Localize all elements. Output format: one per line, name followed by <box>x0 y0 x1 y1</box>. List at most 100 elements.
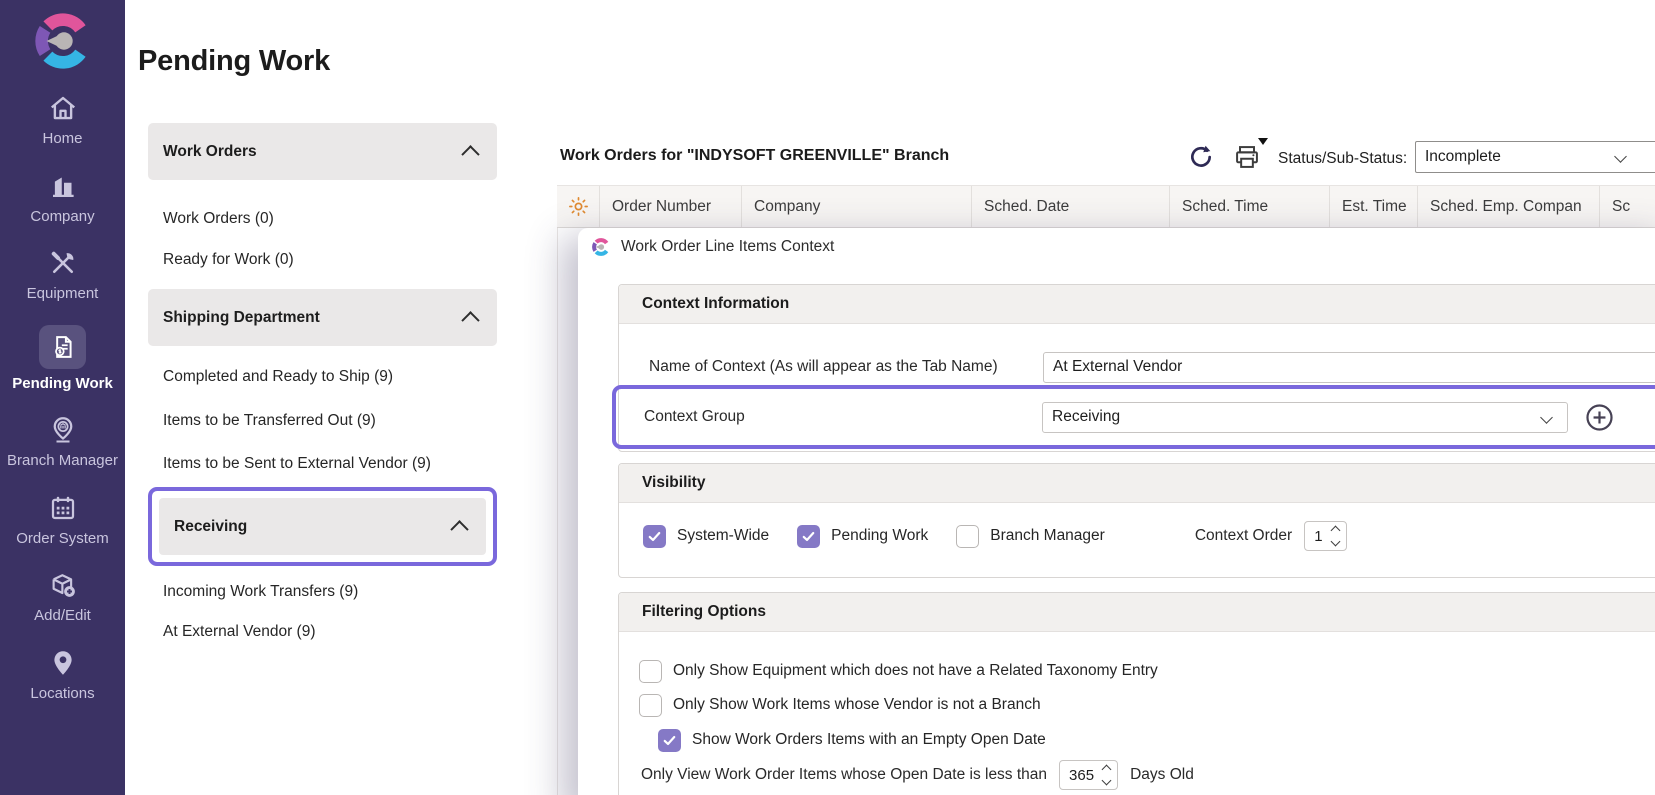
dialog-title: Work Order Line Items Context <box>621 238 834 256</box>
vendor-not-branch-checkbox[interactable] <box>639 694 662 717</box>
chevron-up-icon <box>450 520 468 538</box>
receiving-section-highlight: Receiving <box>148 487 497 566</box>
branch-manager-icon <box>47 414 79 446</box>
panel-item-items-transferred-out[interactable]: Items to be Transferred Out (9) <box>148 409 497 432</box>
status-substatus-label: Status/Sub-Status: <box>1278 150 1407 168</box>
vendor-not-branch-checkbox-item: Only Show Work Items whose Vendor is not… <box>639 694 1041 717</box>
add-edit-icon <box>47 569 79 601</box>
visibility-header: Visibility <box>619 464 1655 503</box>
sidebar-item-order-system[interactable]: Order System <box>0 492 125 549</box>
column-header-sched-emp-company[interactable]: Sched. Emp. Compan <box>1418 186 1600 227</box>
branch-manager-checkbox-item: Branch Manager <box>956 525 1105 548</box>
section-header-work-orders[interactable]: Work Orders <box>148 123 497 180</box>
panel-item-completed-ready-to-ship[interactable]: Completed and Ready to Ship (9) <box>148 365 497 388</box>
spinner-down-icon[interactable] <box>1102 776 1112 786</box>
name-of-context-input[interactable]: At External Vendor <box>1043 352 1655 383</box>
sidebar-item-add-edit[interactable]: Add/Edit <box>0 569 125 626</box>
sidebar-item-label: Add/Edit <box>30 606 95 626</box>
work-orders-table-header: Order Number Company Sched. Date Sched. … <box>557 185 1655 228</box>
filter-taxonomy-row: Only Show Equipment which does not have … <box>639 659 1655 683</box>
branch-manager-checkbox[interactable] <box>956 525 979 548</box>
spinner-arrows <box>1332 527 1339 545</box>
panel-item-at-external-vendor[interactable]: At External Vendor (9) <box>148 620 497 643</box>
checkbox-label: System-Wide <box>677 527 769 545</box>
sidebar: Home Company Equipment <box>0 0 125 795</box>
sidebar-nav: Home Company Equipment <box>0 92 125 724</box>
panel-item-work-orders[interactable]: Work Orders (0) <box>148 207 497 230</box>
empty-open-date-checkbox[interactable] <box>658 729 681 752</box>
sidebar-item-label: Locations <box>26 684 98 704</box>
refresh-icon[interactable] <box>1188 144 1214 170</box>
section-header-shipping-department[interactable]: Shipping Department <box>148 289 497 346</box>
name-of-context-row: Name of Context (As will appear as the T… <box>649 349 1655 385</box>
days-old-value: 365 <box>1069 767 1094 784</box>
branch-work-orders-heading: Work Orders for "INDYSOFT GREENVILLE" Br… <box>560 147 949 165</box>
chevron-up-icon <box>461 145 479 163</box>
section-title: Work Orders <box>163 143 257 161</box>
home-icon <box>47 92 79 124</box>
chevron-down-icon <box>1540 411 1553 424</box>
table-row-marker-header[interactable] <box>557 186 600 227</box>
app-logo-icon <box>591 237 611 257</box>
column-header-est-time[interactable]: Est. Time <box>1330 186 1418 227</box>
order-system-icon <box>47 492 79 524</box>
sidebar-item-company[interactable]: Company <box>0 170 125 227</box>
filtering-options-group: Filtering Options Only Show Equipment wh… <box>618 592 1655 795</box>
context-order-spinner[interactable]: 1 <box>1304 521 1346 551</box>
taxonomy-checkbox[interactable] <box>639 660 662 683</box>
spinner-up-icon[interactable] <box>1102 765 1112 775</box>
table-left-border <box>557 185 558 795</box>
sidebar-item-locations[interactable]: Locations <box>0 647 125 704</box>
printer-icon[interactable] <box>1233 143 1261 171</box>
sun-icon <box>568 196 589 217</box>
days-old-prefix-label: Only View Work Order Items whose Open Da… <box>641 766 1047 784</box>
dialog-titlebar: Work Order Line Items Context <box>591 237 834 257</box>
status-substatus-value: Incomplete <box>1425 148 1501 166</box>
system-wide-checkbox[interactable] <box>643 525 666 548</box>
days-old-suffix-label: Days Old <box>1130 766 1194 784</box>
days-old-spinner[interactable]: 365 <box>1059 760 1118 790</box>
printer-dropdown-caret-icon[interactable] <box>1258 138 1268 145</box>
column-header-company[interactable]: Company <box>742 186 972 227</box>
section-title: Shipping Department <box>163 309 320 327</box>
sidebar-item-label: Order System <box>12 529 113 549</box>
checkbox-label: Only Show Work Items whose Vendor is not… <box>673 696 1041 714</box>
sidebar-item-label: Home <box>38 129 86 149</box>
chevron-up-icon <box>461 311 479 329</box>
name-of-context-value: At External Vendor <box>1053 358 1182 376</box>
panel-item-ready-for-work[interactable]: Ready for Work (0) <box>148 248 497 271</box>
equipment-icon <box>47 247 79 279</box>
section-header-receiving[interactable]: Receiving <box>159 498 486 555</box>
filter-vendor-not-branch-row: Only Show Work Items whose Vendor is not… <box>639 693 1655 717</box>
add-context-group-button[interactable] <box>1584 402 1615 433</box>
context-group-select[interactable]: Receiving <box>1042 402 1568 433</box>
spinner-down-icon[interactable] <box>1330 537 1340 547</box>
visibility-options-row: System-Wide Pending Work Branch Manager … <box>643 524 1655 548</box>
column-header-order-number[interactable]: Order Number <box>600 186 742 227</box>
empty-open-date-checkbox-item: Show Work Orders Items with an Empty Ope… <box>658 729 1046 752</box>
column-header-truncated[interactable]: Sc <box>1600 186 1655 227</box>
context-information-group: Context Information Name of Context (As … <box>618 284 1655 452</box>
sidebar-item-branch-manager[interactable]: Branch Manager <box>0 414 125 471</box>
group-title: Context Information <box>642 295 789 313</box>
pending-work-icon <box>39 325 86 369</box>
sidebar-item-home[interactable]: Home <box>0 92 125 149</box>
context-group-row-highlight: Context Group Receiving <box>612 385 1655 449</box>
panel-item-incoming-work-transfers[interactable]: Incoming Work Transfers (9) <box>148 580 497 603</box>
column-header-sched-time[interactable]: Sched. Time <box>1170 186 1330 227</box>
group-title: Visibility <box>642 474 705 492</box>
panel-item-items-sent-external-vendor[interactable]: Items to be Sent to External Vendor (9) <box>148 452 497 475</box>
app-logo-icon <box>32 10 94 72</box>
pending-work-checkbox[interactable] <box>797 525 820 548</box>
sidebar-item-equipment[interactable]: Equipment <box>0 247 125 304</box>
sidebar-item-pending-work[interactable]: Pending Work <box>0 325 125 394</box>
page-title: Pending Work <box>138 45 330 78</box>
checkbox-label: Pending Work <box>831 527 928 545</box>
status-substatus-select[interactable]: Incomplete <box>1415 141 1655 173</box>
spinner-up-icon[interactable] <box>1330 526 1340 536</box>
name-of-context-label: Name of Context (As will appear as the T… <box>649 358 1043 376</box>
sidebar-item-label: Company <box>26 207 98 227</box>
context-group-value: Receiving <box>1052 408 1120 426</box>
visibility-group: Visibility System-Wide Pending Work Bran… <box>618 463 1655 578</box>
column-header-sched-date[interactable]: Sched. Date <box>972 186 1170 227</box>
